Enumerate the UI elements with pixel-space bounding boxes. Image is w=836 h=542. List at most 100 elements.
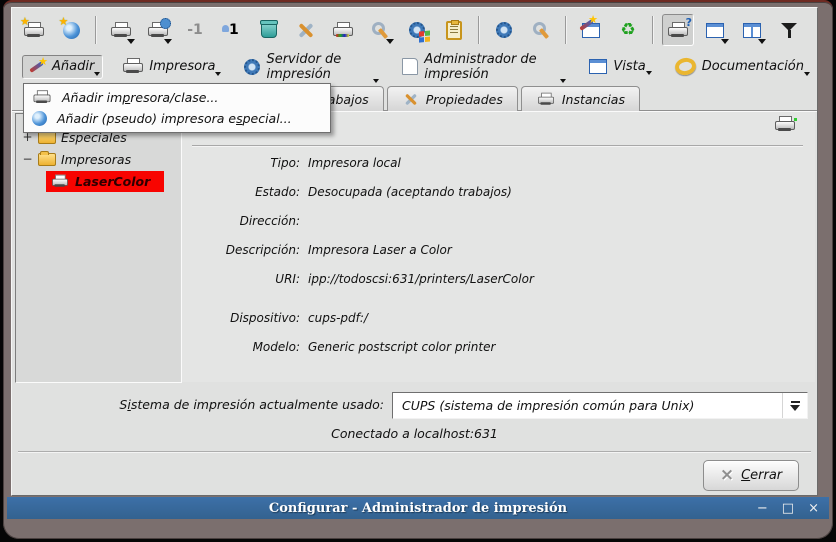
window-title: Configurar - Administrador de impresión <box>7 501 829 516</box>
detail-row-modelo: Modelo: Generic postscript color printer <box>182 340 495 354</box>
detail-row-estado: Estado: Desocupada (aceptando trabajos) <box>182 185 512 199</box>
detail-value: Desocupada (aceptando trabajos) <box>308 185 512 199</box>
detail-label: Dispositivo: <box>182 311 300 325</box>
dropdown-arrow-icon <box>127 39 135 44</box>
printer-settings-button[interactable] <box>142 14 174 46</box>
detail-label: Dirección: <box>182 214 300 228</box>
detail-row-descripcion: Descripción: Impresora Laser a Color <box>182 243 452 257</box>
menu-administrador-label: Administrador de impresión <box>424 52 560 82</box>
special-printer-icon: ★ <box>63 22 80 39</box>
split-view-button[interactable] <box>736 14 768 46</box>
printer-report-button[interactable] <box>438 14 470 46</box>
menu-vista[interactable]: Vista <box>583 55 654 78</box>
windows-logo-icon <box>419 30 431 43</box>
start-printer-button[interactable]: 1 <box>216 14 248 46</box>
close-x-icon: × <box>720 467 734 484</box>
menu-arrow-icon <box>373 79 379 83</box>
cerrar-button[interactable]: × Cerrar <box>703 460 799 491</box>
window-icon <box>589 59 607 74</box>
stop-printer-button[interactable]: -1 <box>179 14 211 46</box>
menu-impresora-label: Impresora <box>149 59 215 74</box>
panel-printer-icon[interactable] <box>775 116 795 137</box>
anadir-dropdown-menu: Añadir impresora/clase... Añadir (pseudo… <box>23 83 331 133</box>
menu-item-label: Añadir impresora/clase... <box>62 90 218 105</box>
print-file-icon <box>111 22 131 39</box>
detail-label: URI: <box>182 272 300 286</box>
tree-item-label: LaserColor <box>75 174 150 189</box>
tab-propiedades[interactable]: Propiedades <box>387 86 518 111</box>
detail-label: Modelo: <box>182 340 300 354</box>
detail-label: Descripción: <box>182 243 300 257</box>
dialog-content: ★ ★ -1 1 <box>11 7 818 496</box>
menu-anadir[interactable]: ★ Añadir <box>22 55 103 79</box>
tree-item-label: Impresoras <box>61 152 131 167</box>
document-icon <box>402 58 418 75</box>
panel-divider <box>192 145 803 147</box>
wizard-button[interactable]: ★ <box>575 14 607 46</box>
selected-row: LaserColor <box>46 171 164 192</box>
menu-documentacion[interactable]: Documentación <box>669 54 813 79</box>
remove-printer-button[interactable] <box>253 14 285 46</box>
menu-impresora[interactable]: Impresora <box>117 54 224 79</box>
detail-row-uri: URI: ipp://todoscsi:631/printers/LaserCo… <box>182 272 534 286</box>
add-printer-wizard-button[interactable]: ★ <box>18 14 50 46</box>
special-printer-icon <box>32 111 47 126</box>
view-mode-button[interactable] <box>699 14 731 46</box>
toolbar-separator <box>565 16 567 44</box>
refresh-button[interactable]: ♻ <box>612 14 644 46</box>
print-system-combobox[interactable]: CUPS (sistema de impresión común para Un… <box>392 392 808 419</box>
window-frame: ★ ★ -1 1 <box>3 0 833 539</box>
printer-icon <box>52 174 68 188</box>
maximize-button[interactable]: □ <box>782 502 794 515</box>
add-printer-icon: ★ <box>24 22 44 39</box>
test-page-icon <box>333 22 353 39</box>
filter-button[interactable] <box>773 14 805 46</box>
server-gear-icon <box>496 22 512 38</box>
configure-server-button[interactable] <box>525 14 557 46</box>
tree-item-lasercolor[interactable]: LaserColor <box>16 170 181 192</box>
detail-row-tipo: Tipo: Impresora local <box>182 156 401 170</box>
configure-printer-button[interactable] <box>290 14 322 46</box>
dropdown-arrow-icon <box>386 39 394 44</box>
menu-servidor[interactable]: Servidor de impresión <box>238 48 382 86</box>
printer-icon <box>775 116 795 133</box>
close-button[interactable]: × <box>808 502 819 515</box>
menu-administrador[interactable]: Administrador de impresión <box>396 48 569 86</box>
printer-info-toggle-button[interactable]: ? <box>662 14 694 46</box>
footer-divider <box>18 451 811 453</box>
expander-icon[interactable]: − <box>22 152 33 166</box>
tab-instancias[interactable]: Instancias <box>521 86 640 111</box>
detail-label: Tipo: <box>182 156 300 170</box>
detail-value: Impresora local <box>308 156 401 170</box>
menu-item-add-printer-class[interactable]: Añadir impresora/clase... <box>24 87 330 108</box>
tree-item-impresoras[interactable]: − Impresoras <box>16 148 181 170</box>
printer-driver-button[interactable] <box>401 14 433 46</box>
print-test-page-button[interactable] <box>327 14 359 46</box>
refresh-icon: ♻ <box>620 22 635 39</box>
detail-value: Generic postscript color printer <box>308 340 495 354</box>
titlebar[interactable]: Configurar - Administrador de impresión … <box>7 497 829 519</box>
minimize-button[interactable]: − <box>757 502 768 515</box>
tab-label: Propiedades <box>426 92 503 107</box>
detail-value: Impresora Laser a Color <box>308 243 452 257</box>
menu-arrow-icon <box>94 72 100 76</box>
menu-item-add-special-printer[interactable]: Añadir (pseudo) impresora especial... <box>24 108 330 129</box>
connection-status: Conectado a localhost:631 <box>12 426 817 441</box>
main-area: + Especiales − Impresoras LaserColor <box>12 112 817 383</box>
trash-icon <box>261 22 277 38</box>
printer-tree: + Especiales − Impresoras LaserColor <box>15 113 182 383</box>
menu-anadir-label: Añadir <box>52 59 94 74</box>
menu-arrow-icon <box>804 72 810 76</box>
printer-icon <box>123 58 143 75</box>
detail-label: Estado: <box>182 185 300 199</box>
plus-one-icon: 1 <box>224 22 240 38</box>
restart-server-button[interactable] <box>488 14 520 46</box>
menubar: ★ Añadir Impresora Servidor de impresión… <box>22 51 813 82</box>
printer-tools-button[interactable] <box>364 14 396 46</box>
dropdown-arrow-icon <box>164 39 172 44</box>
print-system-row: Sistema de impresión actualmente usado: … <box>12 392 817 418</box>
print-file-button[interactable] <box>105 14 137 46</box>
add-special-printer-button[interactable]: ★ <box>55 14 87 46</box>
add-printer-icon <box>34 90 51 104</box>
combobox-arrow-button[interactable] <box>782 393 807 418</box>
